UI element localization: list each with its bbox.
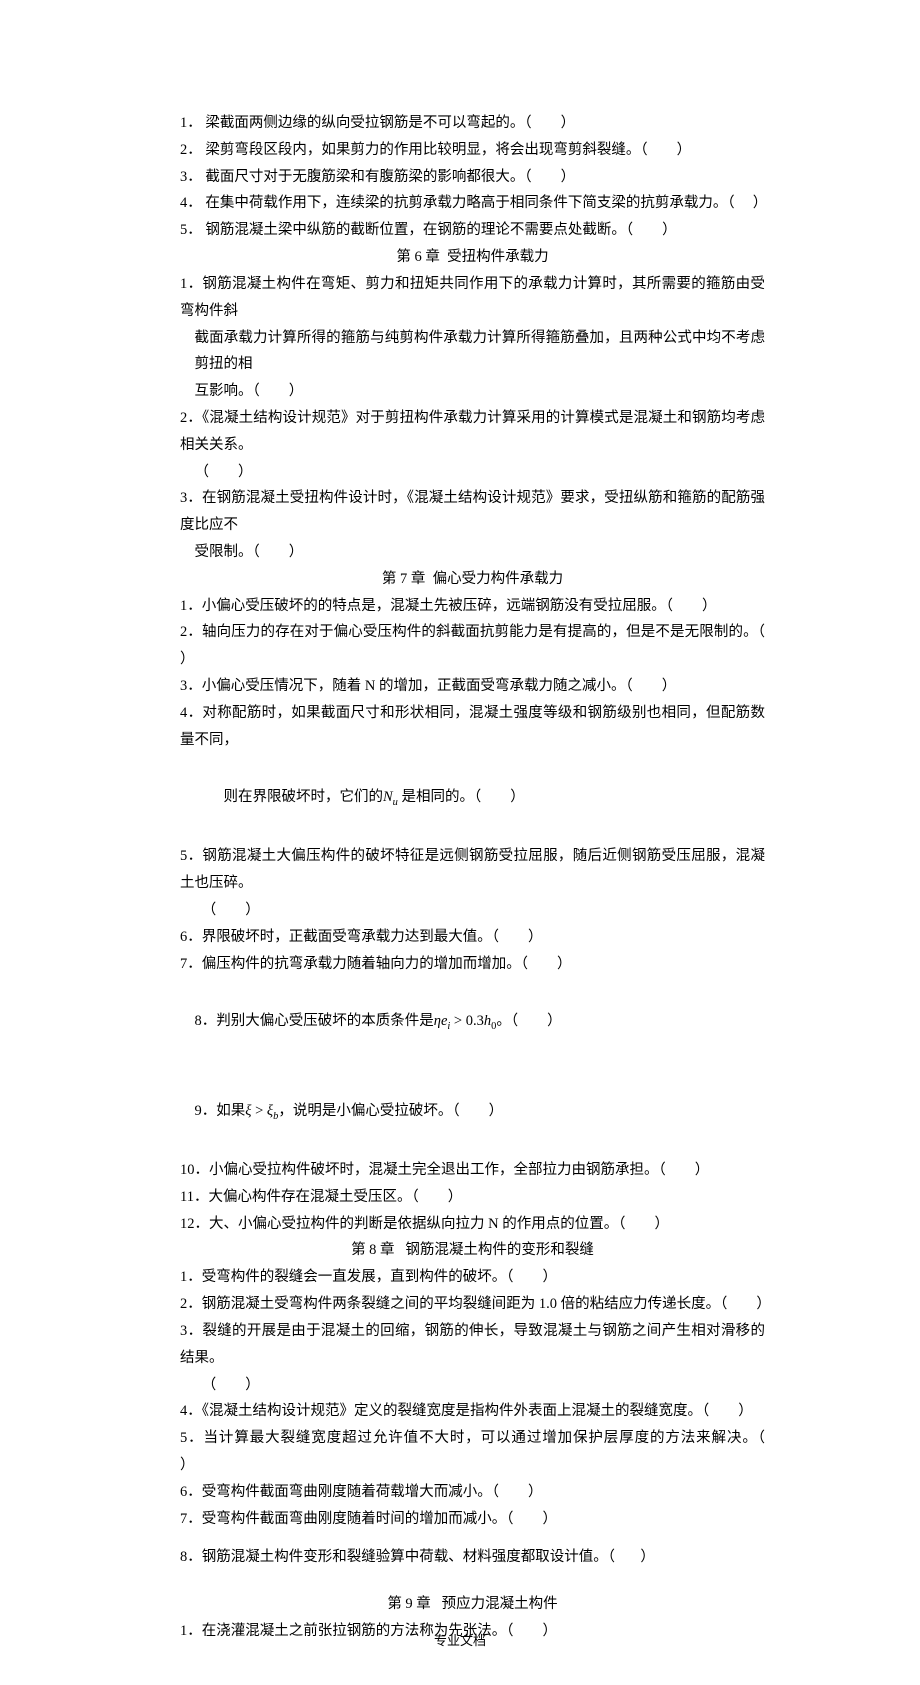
- question-continuation: 受限制。（ ）: [180, 539, 765, 566]
- question-item: 8．判别大偏心受压破坏的本质条件是ηei > 0.3h0。（ ）: [180, 977, 765, 1067]
- document-page: 1． 梁截面两侧边缘的纵向受拉钢筋是不可以弯起的。（ ） 2． 梁剪弯段区段内，…: [0, 0, 920, 1685]
- question-continuation: 互影响。（ ）: [180, 378, 765, 405]
- text-fragment: 是相同的。（ ）: [398, 789, 525, 805]
- question-item: 2．钢筋混凝土受弯构件两条裂缝之间的平均裂缝间距为 1.0 倍的粘结应力传递长度…: [180, 1291, 765, 1318]
- question-item: 9．如果ξ > ξb，说明是小偏心受拉破坏。（ ）: [180, 1067, 765, 1157]
- chapter-heading: 第 9 章 预应力混凝土构件: [180, 1591, 765, 1618]
- spacer: [180, 1571, 765, 1591]
- chapter-heading: 第 7 章 偏心受力构件承载力: [180, 566, 765, 593]
- chapter-heading: 第 8 章 钢筋混凝土构件的变形和裂缝: [180, 1237, 765, 1264]
- question-item: 7．偏压构件的抗弯承载力随着轴向力的增加而增加。（ ）: [180, 951, 765, 978]
- question-item: 10．小偏心受拉构件破坏时，混凝土完全退出工作，全部拉力由钢筋承担。（ ）: [180, 1157, 765, 1184]
- question-item: 3．裂缝的开展是由于混凝土的回缩，钢筋的伸长，导致混凝土与钢筋之间产生相对滑移的…: [180, 1318, 765, 1372]
- question-item: 3．在钢筋混凝土受扭构件设计时，《混凝土结构设计规范》要求，受扭纵筋和箍筋的配筋…: [180, 485, 765, 539]
- text-fragment: 8．判别大偏心受压破坏的本质条件是: [195, 1013, 434, 1029]
- question-item: 1．受弯构件的裂缝会一直发展，直到构件的破坏。（ ）: [180, 1264, 765, 1291]
- question-item: 4． 在集中荷载作用下，连续梁的抗剪承载力略高于相同条件下简支梁的抗剪承载力。（…: [180, 190, 765, 217]
- question-item: 4．《混凝土结构设计规范》定义的裂缝宽度是指构件外表面上混凝土的裂缝宽度。（ ）: [180, 1398, 765, 1425]
- question-item: 12．大、小偏心受拉构件的判断是依据纵向拉力 N 的作用点的位置。（ ）: [180, 1211, 765, 1238]
- math-expression: ηei > 0.3h0: [434, 1013, 497, 1029]
- question-item: 7．受弯构件截面弯曲刚度随着时间的增加而减小。（ ）: [180, 1506, 765, 1533]
- question-item: 2．轴向压力的存在对于偏心受压构件的斜截面抗剪能力是有提高的，但是不是无限制的。…: [180, 619, 765, 673]
- question-item: 4．对称配筋时，如果截面尺寸和形状相同，混凝土强度等级和钢筋级别也相同，但配筋数…: [180, 700, 765, 754]
- question-item: 5．当计算最大裂缝宽度超过允许值不大时，可以通过增加保护层厚度的方法来解决。（ …: [180, 1425, 765, 1479]
- question-item: 11．大偏心构件存在混凝土受压区。（ ）: [180, 1184, 765, 1211]
- spacer: [180, 1532, 765, 1544]
- question-item: 5． 钢筋混凝土梁中纵筋的截断位置，在钢筋的理论不需要点处截断。（ ）: [180, 217, 765, 244]
- question-item: 3．小偏心受压情况下，随着 N 的增加，正截面受弯承载力随之减小。（ ）: [180, 673, 765, 700]
- question-continuation: （ ）: [180, 897, 765, 924]
- question-continuation: （ ）: [180, 459, 765, 486]
- chapter-heading: 第 6 章 受扭构件承载力: [180, 244, 765, 271]
- question-item: 2．《混凝土结构设计规范》对于剪扭构件承载力计算采用的计算模式是混凝土和钢筋均考…: [180, 405, 765, 459]
- question-item: 6．界限破坏时，正截面受弯承载力达到最大值。（ ）: [180, 924, 765, 951]
- question-item: 1．钢筋混凝土构件在弯矩、剪力和扭矩共同作用下的承载力计算时，其所需要的箍筋由受…: [180, 271, 765, 325]
- text-fragment: 则在界限破坏时，它们的: [224, 789, 384, 805]
- question-item: 3． 截面尺寸对于无腹筋梁和有腹筋梁的影响都很大。（ ）: [180, 164, 765, 191]
- question-item: 8．钢筋混凝土构件变形和裂缝验算中荷载、材料强度都取设计值。（ ）: [180, 1544, 765, 1571]
- question-item: 1．小偏心受压破坏的的特点是，混凝土先被压碎，远端钢筋没有受拉屈服。（ ）: [180, 593, 765, 620]
- question-item: 1． 梁截面两侧边缘的纵向受拉钢筋是不可以弯起的。（ ）: [180, 110, 765, 137]
- math-expression: Nu: [383, 789, 398, 805]
- question-continuation: 截面承载力计算所得的箍筋与纯剪构件承载力计算所得箍筋叠加，且两种公式中均不考虑剪…: [180, 325, 765, 379]
- question-continuation: （ ）: [180, 1372, 765, 1399]
- text-fragment: 。（ ）: [496, 1013, 561, 1029]
- page-footer: 专业文档: [0, 1629, 920, 1653]
- text-fragment: 9．如果: [195, 1103, 246, 1119]
- text-fragment: ，说明是小偏心受拉破坏。（ ）: [278, 1103, 503, 1119]
- question-item: 6．受弯构件截面弯曲刚度随着荷载增大而减小。（ ）: [180, 1479, 765, 1506]
- math-expression: ξ > ξb: [245, 1103, 278, 1119]
- question-item: 5．钢筋混凝土大偏压构件的破坏特征是远侧钢筋受拉屈服，随后近侧钢筋受压屈服，混凝…: [180, 843, 765, 897]
- question-item: 2． 梁剪弯段区段内，如果剪力的作用比较明显，将会出现弯剪斜裂缝。（ ）: [180, 137, 765, 164]
- question-continuation: 则在界限破坏时，它们的Nu 是相同的。（ ）: [180, 754, 765, 844]
